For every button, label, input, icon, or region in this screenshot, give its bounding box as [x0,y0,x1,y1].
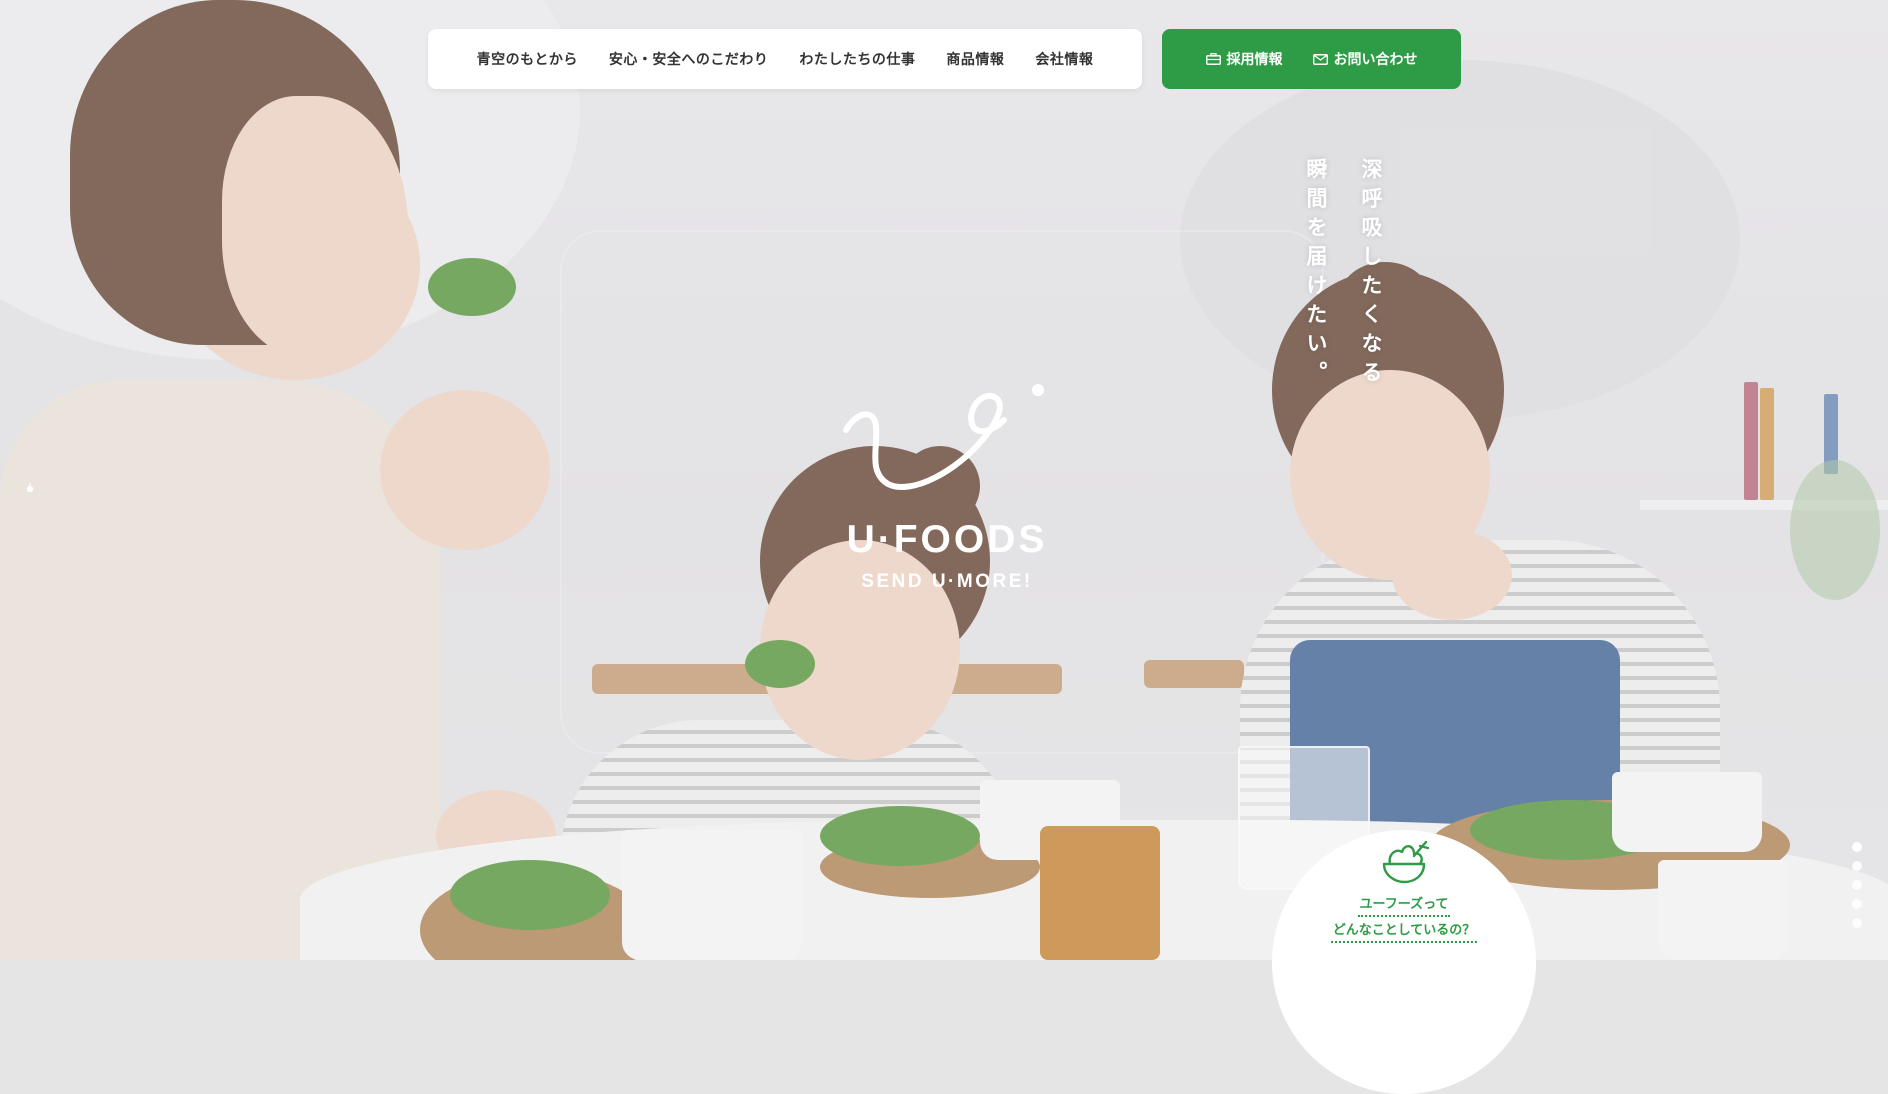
logo-name: U·FOODS [846,518,1048,561]
about-bubble-link[interactable]: ユーフーズって どんなことしているの？ [1272,830,1536,1094]
nav-link-products[interactable]: 商品情報 [946,49,1004,69]
slider-dot[interactable] [1852,861,1862,871]
bubble-line-1: ユーフーズって [1357,895,1451,917]
side-indicator-icon [26,478,34,493]
slider-dot[interactable] [1852,842,1862,852]
bubble-text: ユーフーズって どんなことしているの？ [1330,892,1478,944]
vegetables-icon [1376,840,1432,888]
recruit-button[interactable]: 採用情報 [1205,49,1283,69]
bubble-line-2: どんなことしているの？ [1330,921,1478,943]
slider-dot[interactable] [1852,880,1862,890]
slider-dot[interactable] [1852,918,1862,928]
hero-catchphrase: 深呼吸したくなる 瞬間を届けたい。 [1288,158,1398,398]
global-nav: 青空のもとから 安心・安全へのこだわり わたしたちの仕事 商品情報 会社情報 [428,29,1142,89]
nav-link-safety[interactable]: 安心・安全へのこだわり [609,49,769,69]
catch-line-2: 瞬間を届けたい。 [1304,158,1328,390]
logo-tagline: SEND U·MORE! [861,571,1033,592]
catch-line-1: 深呼吸したくなる [1359,158,1383,390]
slider-dot[interactable] [1852,899,1862,909]
cta-bar: 採用情報 お問い合わせ [1162,29,1461,89]
ufoods-logo-mark-icon [842,368,1048,496]
mail-icon [1312,53,1328,65]
recruit-label: 採用情報 [1226,52,1283,68]
nav-link-work[interactable]: わたしたちの仕事 [799,49,915,69]
briefcase-icon [1205,53,1221,65]
contact-label: お問い合わせ [1333,52,1418,68]
slider-pagination [1852,842,1864,928]
nav-link-company[interactable]: 会社情報 [1035,49,1093,69]
nav-link-aozora[interactable]: 青空のもとから [477,49,578,69]
contact-button[interactable]: お問い合わせ [1312,49,1418,69]
